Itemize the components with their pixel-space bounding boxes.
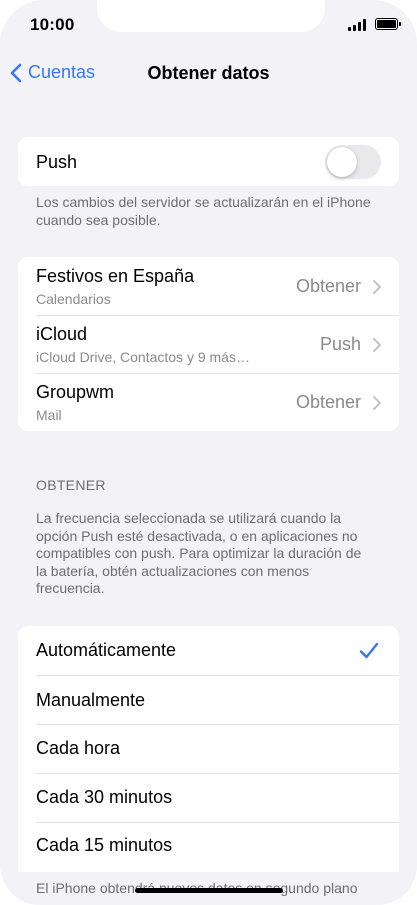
fetch-section-header: OBTENER: [36, 477, 106, 493]
fetch-options-card: Automáticamente Manualmente Cada hora Ca…: [18, 626, 399, 872]
account-name: Festivos en España: [36, 266, 195, 286]
account-fetch-value: Obtener: [295, 392, 361, 412]
fetch-option[interactable]: Cada 30 minutos: [18, 773, 399, 822]
notch: [97, 0, 325, 32]
fetch-description: La frecuencia seleccionada se utilizará …: [36, 510, 362, 596]
chevron-right-icon: [373, 280, 381, 294]
fetch-option[interactable]: Manualmente: [18, 675, 399, 724]
account-fetch-value: Push: [319, 334, 361, 354]
page-title: Obtener datos: [147, 63, 270, 83]
account-fetch-value: Obtener: [295, 276, 361, 296]
push-footnote: Los cambios del servidor se actualizarán…: [36, 194, 371, 228]
account-row[interactable]: Festivos en España Calendarios Obtener: [18, 257, 399, 315]
push-toggle[interactable]: [325, 145, 381, 179]
fetch-option-label: Manualmente: [36, 690, 146, 710]
push-card: Push: [18, 137, 399, 186]
fetch-option-label: Cada hora: [36, 738, 121, 758]
fetch-option-label: Automáticamente: [36, 640, 177, 660]
battery-icon: [375, 18, 401, 30]
push-label: Push: [36, 152, 78, 172]
fetch-option[interactable]: Automáticamente: [18, 626, 399, 675]
fetch-option-label: Cada 30 minutos: [36, 787, 173, 807]
account-subtitle: Calendarios: [36, 291, 111, 307]
cellular-signal-icon: [348, 19, 368, 31]
fetch-option-label: Cada 15 minutos: [36, 835, 173, 855]
account-row[interactable]: Groupwm Mail Obtener: [18, 373, 399, 431]
chevron-right-icon: [373, 338, 381, 352]
account-row[interactable]: iCloud iCloud Drive, Contactos y 9 más… …: [18, 315, 399, 373]
home-indicator: [135, 888, 283, 893]
account-name: Groupwm: [36, 382, 115, 402]
checkmark-icon: [359, 642, 379, 659]
fetch-option[interactable]: Cada hora: [18, 724, 399, 773]
account-subtitle: iCloud Drive, Contactos y 9 más…: [36, 349, 250, 365]
account-name: iCloud: [36, 324, 88, 344]
status-time: 10:00: [30, 15, 75, 34]
phone-screen: 10:00 Cuentas Obtener datos Push Los cam…: [0, 0, 417, 905]
chevron-right-icon: [373, 396, 381, 410]
accounts-card: Festivos en España Calendarios Obtener i…: [18, 257, 399, 431]
push-row: Push: [18, 137, 399, 186]
fetch-option[interactable]: Cada 15 minutos: [18, 822, 399, 872]
account-subtitle: Mail: [36, 407, 62, 423]
